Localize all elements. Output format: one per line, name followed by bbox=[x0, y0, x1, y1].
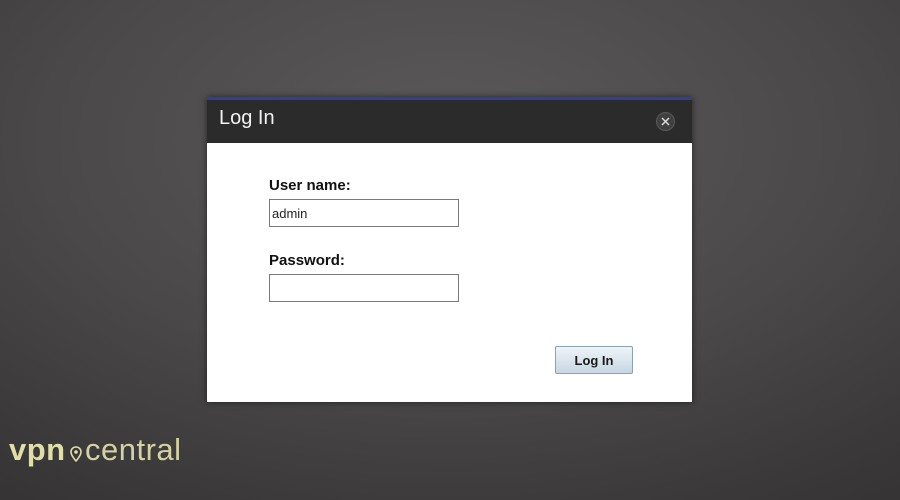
username-input[interactable] bbox=[269, 199, 459, 227]
login-button[interactable]: Log In bbox=[555, 346, 633, 374]
login-dialog: Log In User name: Password: Log In bbox=[207, 97, 692, 402]
dialog-title: Log In bbox=[219, 107, 275, 129]
watermark-vpn-text: vpn bbox=[9, 432, 66, 467]
location-pin-icon bbox=[70, 446, 82, 462]
close-button[interactable] bbox=[656, 112, 675, 131]
username-label: User name: bbox=[269, 177, 351, 194]
close-icon bbox=[661, 117, 670, 126]
dialog-header: Log In bbox=[207, 97, 692, 143]
password-label: Password: bbox=[269, 252, 345, 269]
password-input[interactable] bbox=[269, 274, 459, 302]
watermark-central-text: central bbox=[85, 432, 182, 467]
